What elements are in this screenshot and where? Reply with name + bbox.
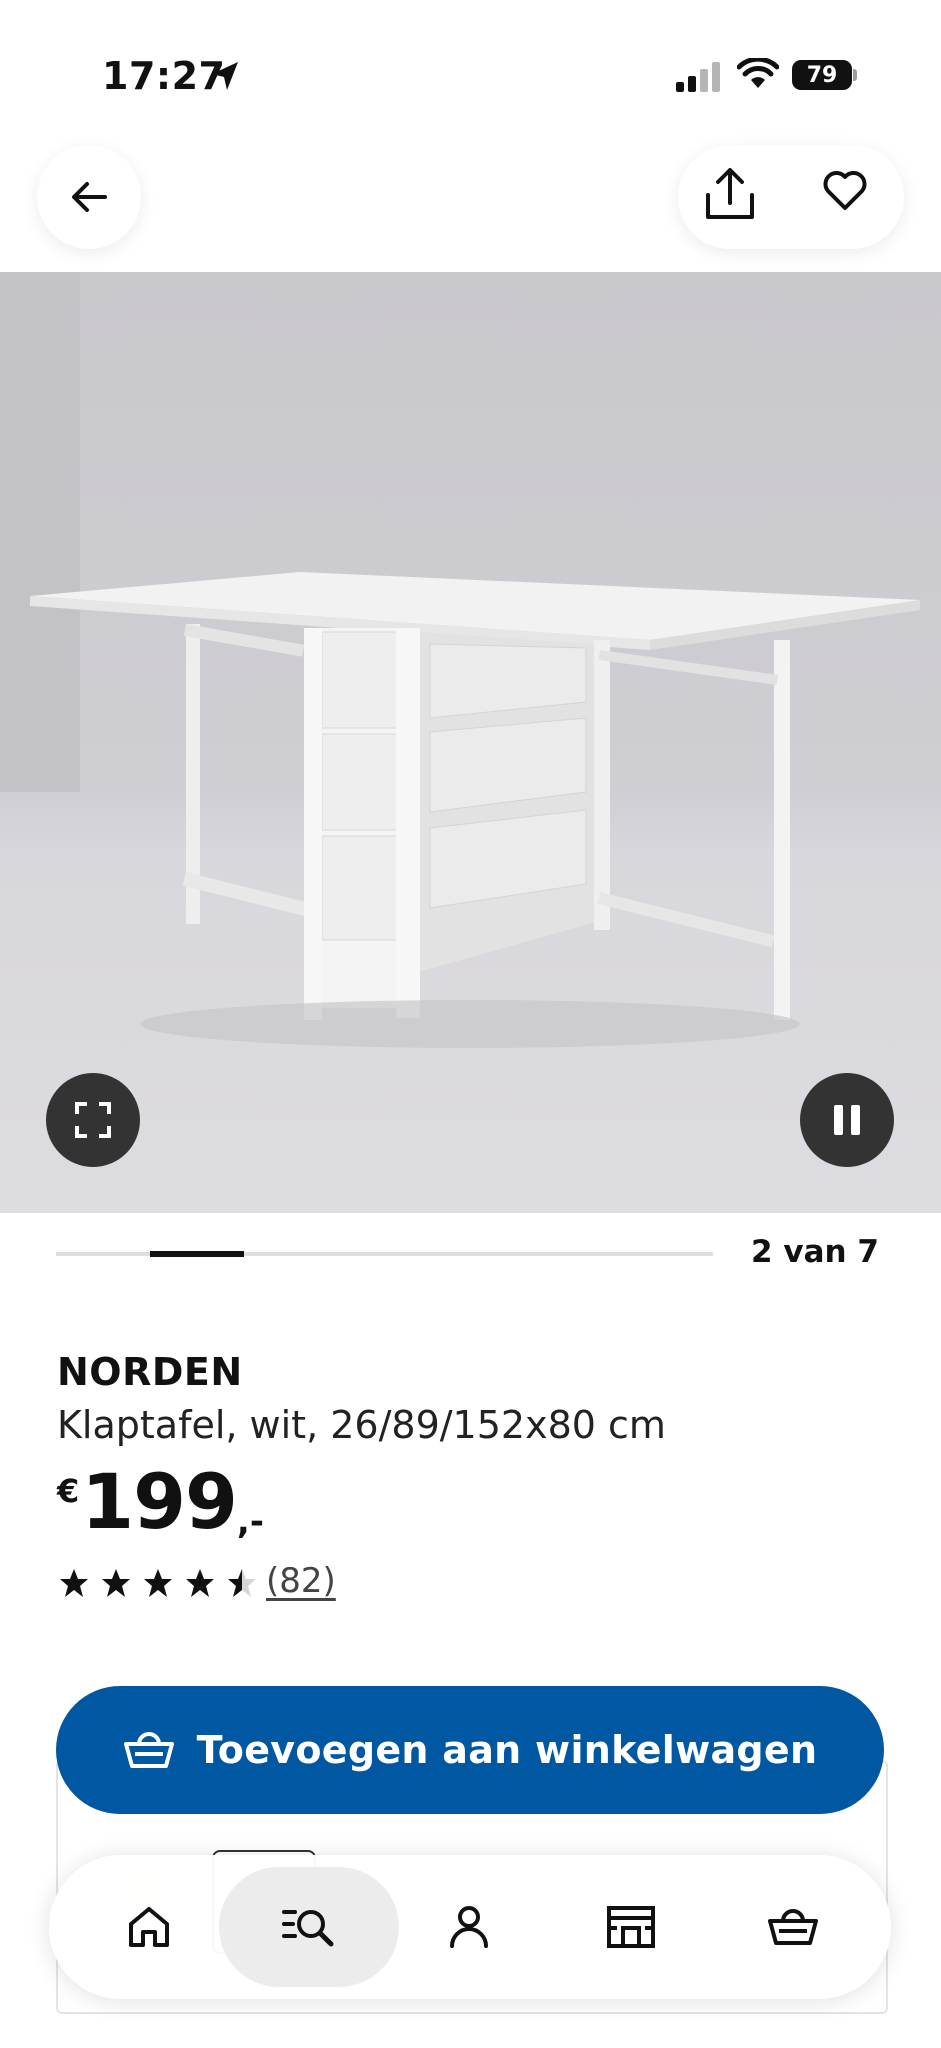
back-button[interactable] — [37, 145, 141, 249]
arrow-left-icon — [72, 182, 107, 212]
gallery-counter: 2 van 7 — [751, 1234, 879, 1270]
price-currency: € — [57, 1472, 80, 1510]
battery-tip — [853, 69, 857, 81]
star-icon — [228, 1569, 256, 1597]
rating-stars[interactable] — [57, 1567, 259, 1599]
nav-cart[interactable] — [733, 1855, 853, 1999]
add-to-cart-label: Toevoegen aan winkelwagen — [196, 1728, 818, 1772]
price-decimal: ,- — [236, 1502, 264, 1542]
star-icon — [60, 1569, 88, 1597]
add-to-cart-button[interactable]: Toevoegen aan winkelwagen — [56, 1686, 884, 1814]
expand-icon — [75, 1102, 111, 1138]
gallery-progress-indicator — [149, 1251, 244, 1257]
review-count-link[interactable]: (82) — [266, 1561, 336, 1601]
location-arrow-icon — [212, 62, 238, 90]
nav-stores[interactable] — [571, 1855, 691, 1999]
status-time: 17:27 — [102, 54, 226, 98]
cart-icon — [768, 1909, 818, 1945]
star-icon — [186, 1569, 214, 1597]
product-description: Klaptafel, wit, 26/89/152x80 cm — [57, 1403, 666, 1447]
pause-icon — [834, 1105, 860, 1135]
battery-level: 79 — [806, 62, 838, 88]
product-price: € 199 ,- — [57, 1456, 264, 1548]
table-illustration — [0, 272, 920, 1048]
nav-profile[interactable] — [409, 1855, 529, 1999]
home-icon — [129, 1907, 169, 1947]
heart-icon[interactable] — [822, 168, 868, 214]
battery-indicator: 79 — [792, 60, 852, 90]
wifi-icon — [737, 58, 779, 88]
pause-slideshow-button[interactable] — [800, 1073, 894, 1167]
star-icon — [144, 1569, 172, 1597]
product-name: NORDEN — [57, 1350, 243, 1394]
bottom-navigation — [49, 1855, 891, 1999]
price-integer: 199 — [81, 1457, 238, 1546]
store-icon — [607, 1906, 655, 1948]
share-icon[interactable] — [698, 165, 762, 225]
cart-icon — [123, 1732, 174, 1768]
nav-search[interactable] — [249, 1855, 369, 1999]
search-list-icon — [282, 1910, 334, 1947]
star-icon — [102, 1569, 130, 1597]
profile-icon — [450, 1906, 488, 1948]
signal-icon — [676, 62, 720, 92]
nav-home[interactable] — [89, 1855, 209, 1999]
gallery-progress-track — [56, 1251, 713, 1257]
fullscreen-button[interactable] — [46, 1073, 140, 1167]
product-image[interactable] — [0, 272, 941, 1213]
